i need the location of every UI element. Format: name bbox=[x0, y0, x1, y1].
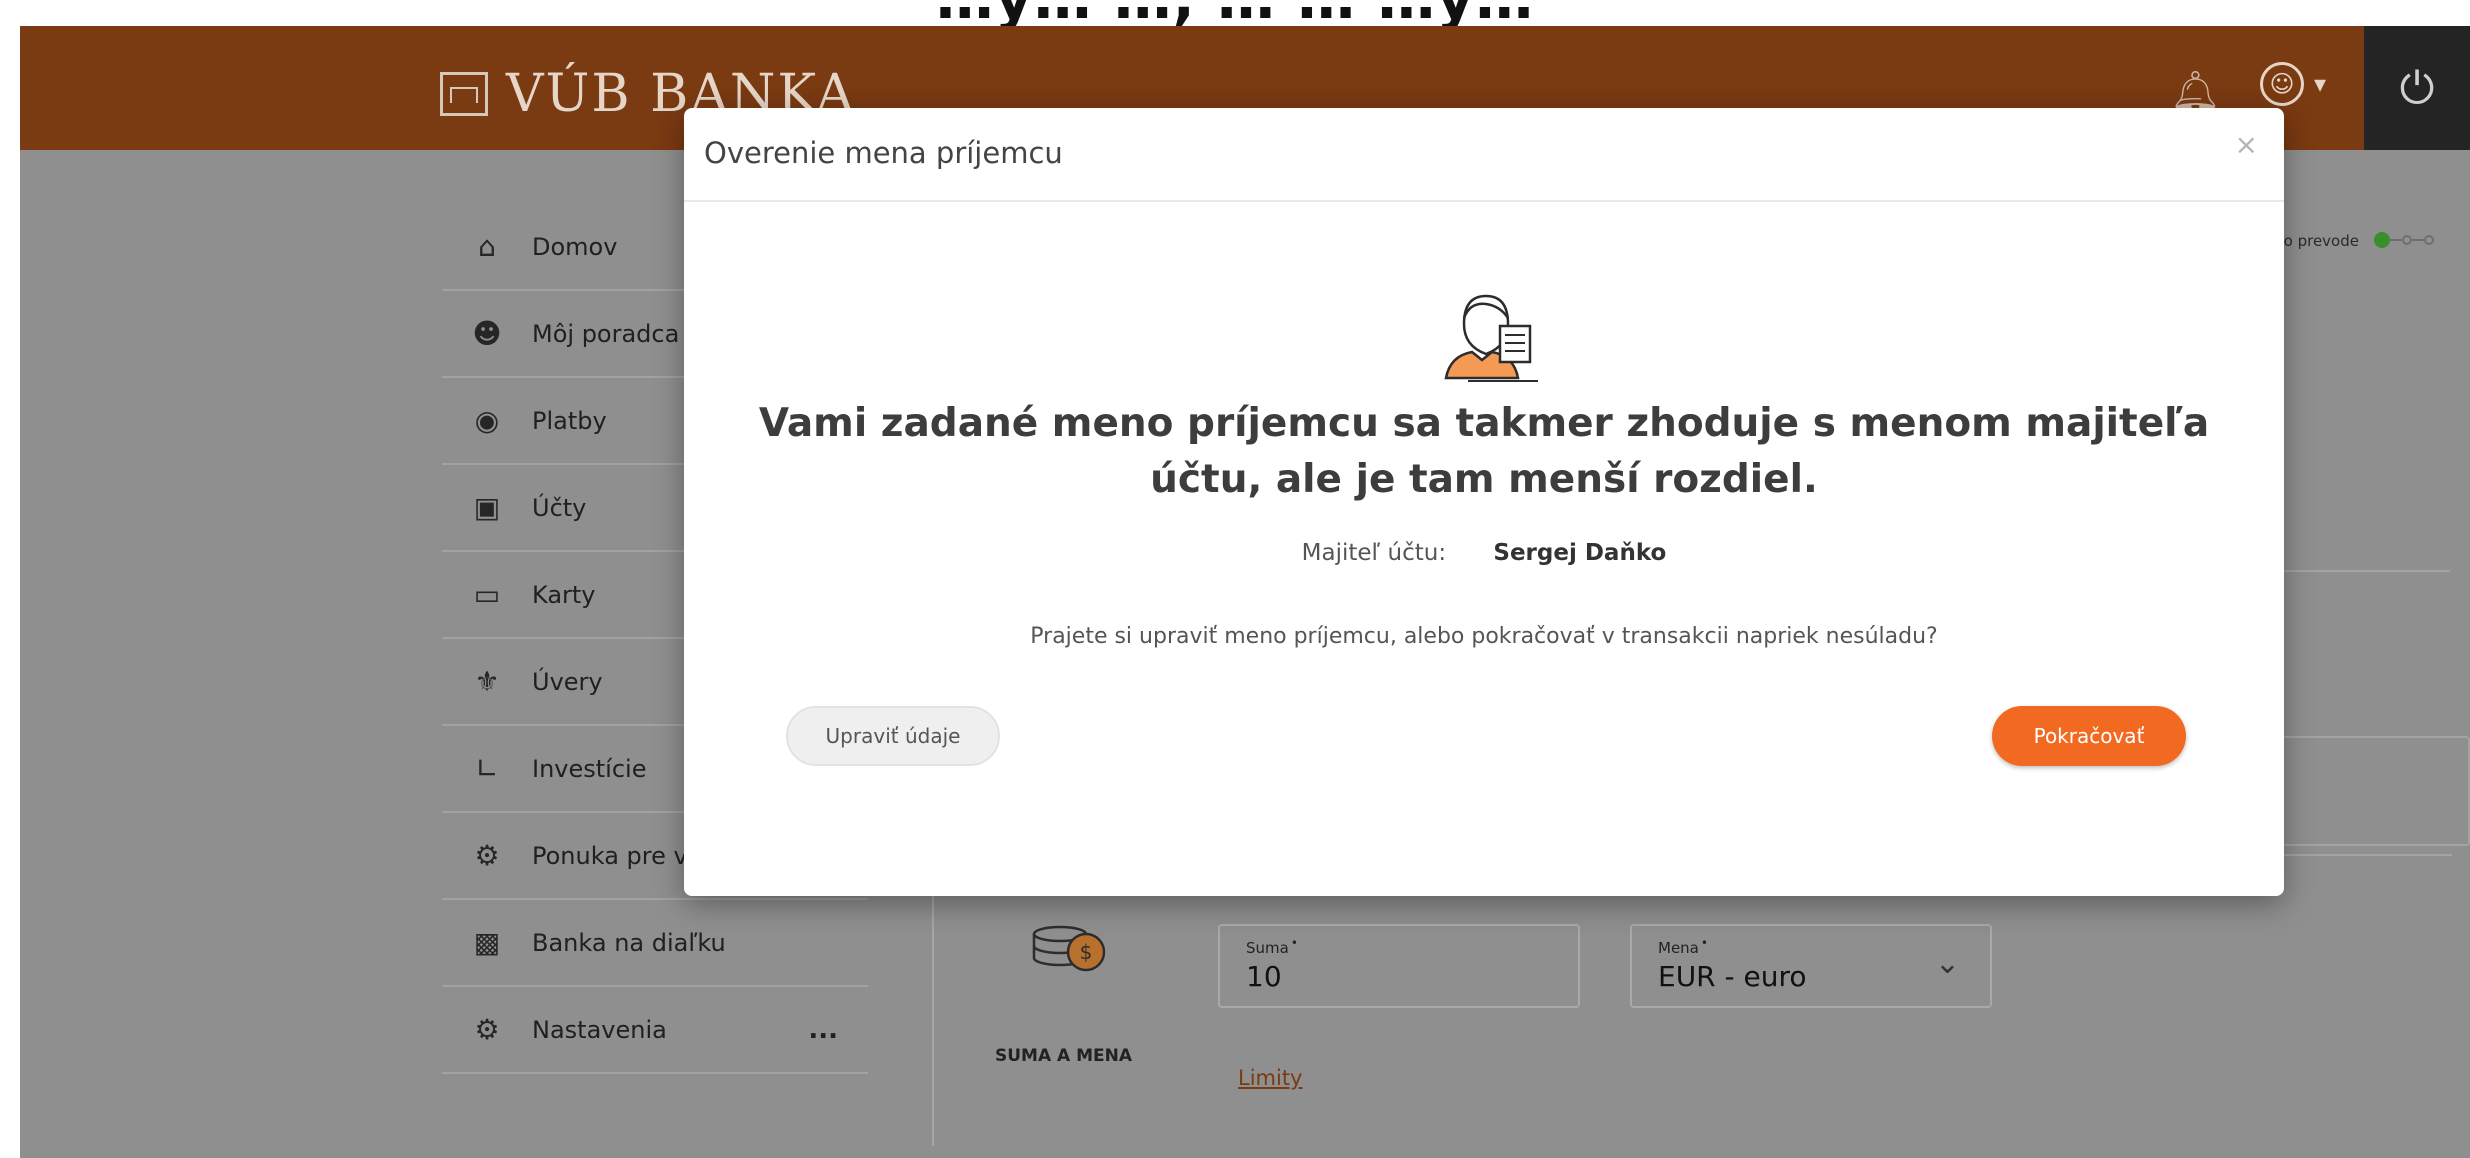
sidebar-item-banka-na-dialku[interactable]: ▩ Banka na diaľku bbox=[442, 900, 868, 987]
coins-icon: $ bbox=[1032, 925, 1106, 972]
progress-steps bbox=[2374, 232, 2434, 248]
sidebar-item-label: Platby bbox=[532, 406, 607, 435]
progress-step-active bbox=[2374, 232, 2390, 248]
caption-text: …ý… …, … … …ý… bbox=[0, 0, 2470, 26]
chevron-down-icon: ⌄ bbox=[1934, 946, 1960, 981]
continue-button[interactable]: Pokračovať bbox=[1992, 706, 2186, 766]
sidebar-item-label: Domov bbox=[532, 232, 618, 261]
more-options-button[interactable]: ... bbox=[808, 1015, 838, 1045]
amount-field-value: 10 bbox=[1246, 960, 1282, 993]
dialog-question: Prajete si upraviť meno príjemcu, alebo … bbox=[1030, 624, 1938, 649]
close-button[interactable]: × bbox=[2235, 128, 2258, 161]
amount-section-label: SUMA A MENA bbox=[995, 1046, 1133, 1066]
card-icon: ▭ bbox=[473, 578, 501, 611]
recipient-verification-dialog: Overenie mena príjemcu × Vami zadané men… bbox=[684, 108, 2284, 896]
currency-select[interactable]: Mena EUR - euro ⌄ bbox=[1630, 924, 1992, 1008]
progress-connector bbox=[2390, 239, 2402, 241]
phone-icon: ▩ bbox=[473, 926, 501, 959]
form-field[interactable] bbox=[2270, 736, 2470, 846]
sidebar-item-nastavenia[interactable]: ⚙ Nastavenia ... bbox=[442, 987, 868, 1074]
sidebar-item-label: Karty bbox=[532, 580, 596, 609]
edit-details-button[interactable]: Upraviť údaje bbox=[786, 706, 1000, 766]
amount-field-label: Suma bbox=[1246, 936, 1298, 957]
offer-icon: ⚙ bbox=[474, 839, 500, 872]
loan-icon: ⚜ bbox=[474, 665, 500, 698]
bank-logo-icon bbox=[440, 72, 488, 116]
banking-app: VÚB BANKA 🔔︎ ☺ ▾ ⏻ ⌂ Domov ☻ Môj poradca… bbox=[20, 26, 2470, 1158]
progress-connector bbox=[2412, 239, 2424, 241]
payments-icon: ◉ bbox=[474, 404, 500, 437]
sidebar-item-label: Úvery bbox=[532, 667, 603, 696]
gear-icon: ⚙ bbox=[474, 1013, 500, 1046]
account-owner-label: Majiteľ účtu: bbox=[1301, 540, 1447, 566]
chart-icon: ∟ bbox=[475, 752, 499, 785]
sidebar-item-label: Nastavenia bbox=[532, 1015, 667, 1044]
logout-button[interactable]: ⏻ bbox=[2364, 26, 2470, 150]
currency-select-label: Mena bbox=[1658, 936, 1708, 957]
progress-step bbox=[2424, 235, 2434, 245]
power-icon: ⏻ bbox=[2399, 62, 2435, 114]
progress-step bbox=[2402, 235, 2412, 245]
wallet-icon: ▣ bbox=[473, 491, 501, 524]
account-owner-row: Majiteľ účtu: Sergej Daňko bbox=[684, 540, 2284, 566]
chevron-down-icon: ▾ bbox=[2314, 70, 2327, 98]
dialog-title: Overenie mena príjemcu bbox=[704, 136, 1063, 170]
advisor-icon: ☻ bbox=[472, 317, 502, 350]
svg-text:$: $ bbox=[1080, 940, 1093, 964]
person-document-icon bbox=[1444, 294, 1538, 382]
account-owner-name: Sergej Daňko bbox=[1493, 540, 1667, 566]
limits-link[interactable]: Limity bbox=[1238, 1066, 1303, 1090]
sidebar-item-label: Účty bbox=[532, 493, 587, 522]
sidebar-item-label: Môj poradca bbox=[532, 319, 680, 348]
user-menu[interactable]: ☺ ▾ bbox=[2260, 62, 2326, 106]
user-icon: ☺ bbox=[2260, 62, 2304, 106]
dialog-headline: Vami zadané meno príjemcu sa takmer zhod… bbox=[758, 401, 2210, 502]
sidebar-item-label: Investície bbox=[532, 754, 647, 783]
caption-strip: …ý… …, … … …ý… bbox=[0, 0, 2470, 26]
currency-select-value: EUR - euro bbox=[1658, 960, 1807, 993]
home-icon: ⌂ bbox=[478, 230, 496, 263]
dialog-header: Overenie mena príjemcu × bbox=[684, 108, 2284, 202]
sidebar-item-label: Banka na diaľku bbox=[532, 928, 726, 957]
amount-field[interactable]: Suma 10 bbox=[1218, 924, 1580, 1008]
